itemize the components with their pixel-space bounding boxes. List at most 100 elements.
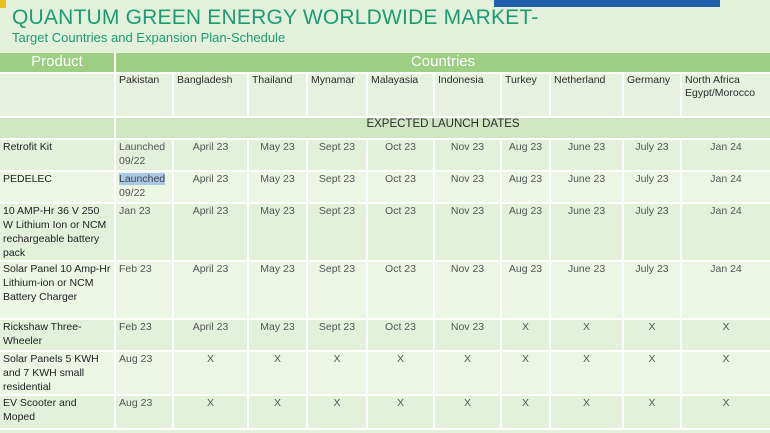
launch-date-cell: Nov 23: [435, 320, 502, 352]
launch-date-cell: June 23: [551, 172, 624, 204]
launch-date-cell: Sept 23: [308, 320, 368, 352]
launch-date-cell: Nov 23: [435, 140, 502, 172]
product-name-cell: PEDELEC: [0, 172, 116, 204]
launch-date-cell: X: [174, 396, 249, 430]
launch-date-cell: Jan 24: [682, 172, 770, 204]
launch-date-cell: Aug 23: [502, 204, 551, 262]
slide-title: QUANTUM GREEN ENERGY WORLDWIDE MARKET-: [12, 6, 539, 29]
launch-date-cell: Feb 23: [116, 320, 174, 352]
country-row: Pakistan Bangladesh Thailand Mynamar Malayas…: [0, 74, 770, 118]
launch-date-cell: Aug 23: [116, 396, 174, 430]
launch-date-cell: Sept 23: [308, 204, 368, 262]
table-row: Retrofit Kit Launched 09/22 April 23 May 23…: [0, 140, 770, 172]
country-header-cell: Malayasia: [368, 74, 435, 118]
launch-date-cell: X: [682, 352, 770, 396]
accent-bar-yellow: [0, 0, 6, 8]
band-row-blank: [0, 118, 116, 140]
table-row: Solar Panels 5 KWH and 7 KWH small resid…: [0, 352, 770, 396]
launch-date-cell: May 23: [249, 204, 308, 262]
launch-schedule-table: Product Countries Pakistan Bangladesh Thai…: [0, 53, 770, 430]
launch-date-cell: Launched 09/22: [116, 172, 174, 204]
launch-date-cell: X: [551, 352, 624, 396]
launch-date-cell: May 23: [249, 140, 308, 172]
table-row: EV Scooter and Moped Aug 23 X X X X X X X X X: [0, 396, 770, 430]
launch-date-cell: Nov 23: [435, 262, 502, 320]
country-header-cell: Bangladesh: [174, 74, 249, 118]
launch-dates-band-row: EXPECTED LAUNCH DATES: [0, 118, 770, 140]
launch-date-cell: Oct 23: [368, 140, 435, 172]
product-name-cell: Solar Panels 5 KWH and 7 KWH small resid…: [0, 352, 116, 396]
launch-date-cell: X: [174, 352, 249, 396]
launch-date-cell: July 23: [624, 204, 682, 262]
launch-date-cell: April 23: [174, 172, 249, 204]
launch-date-cell: Aug 23: [502, 172, 551, 204]
slide-subtitle: Target Countries and Expansion Plan-Sche…: [12, 30, 286, 45]
launch-date-cell: Sept 23: [308, 140, 368, 172]
launch-date-cell: X: [551, 396, 624, 430]
country-header-cell: Indonesia: [435, 74, 502, 118]
launch-date-cell: X: [249, 396, 308, 430]
product-header: Product: [0, 53, 116, 74]
launch-date-cell: April 23: [174, 320, 249, 352]
country-header-cell: Mynamar: [308, 74, 368, 118]
launch-date-cell: Jan 24: [682, 204, 770, 262]
country-header-cell: North Africa Egypt/Morocco: [682, 74, 770, 118]
launch-date-cell: Nov 23: [435, 172, 502, 204]
launch-date-cell: Jan 24: [682, 262, 770, 320]
expected-launch-dates-label: EXPECTED LAUNCH DATES: [116, 118, 770, 140]
launch-date-cell: April 23: [174, 262, 249, 320]
launch-date-cell: May 23: [249, 262, 308, 320]
launch-date-cell: Oct 23: [368, 320, 435, 352]
product-name-cell: 10 AMP-Hr 36 V 250 W Lithium Ion or NCM …: [0, 204, 116, 262]
launch-date-cell: X: [624, 320, 682, 352]
table-row: Solar Panel 10 Amp-Hr Lithium-ion or NCM…: [0, 262, 770, 320]
launch-date-cell: April 23: [174, 140, 249, 172]
table-body: Pakistan Bangladesh Thailand Mynamar Malayas…: [0, 74, 770, 430]
launch-date-cell: Oct 23: [368, 172, 435, 204]
country-header-cell: Turkey: [502, 74, 551, 118]
launch-date-cell: X: [551, 320, 624, 352]
countries-header: Countries: [116, 53, 770, 74]
country-row-blank: [0, 74, 116, 118]
launch-date-cell: X: [308, 396, 368, 430]
launch-date-cell: July 23: [624, 172, 682, 204]
launch-date-cell: X: [435, 352, 502, 396]
launch-date-cell: May 23: [249, 320, 308, 352]
launch-date-cell: June 23: [551, 204, 624, 262]
launch-date-cell: X: [502, 320, 551, 352]
slide: QUANTUM GREEN ENERGY WORLDWIDE MARKET- T…: [0, 0, 770, 433]
product-name-cell: Solar Panel 10 Amp-Hr Lithium-ion or NCM…: [0, 262, 116, 320]
launch-date-cell: May 23: [249, 172, 308, 204]
launch-date-cell: June 23: [551, 140, 624, 172]
launch-date-cell: Aug 23: [502, 140, 551, 172]
launch-date-cell: X: [682, 320, 770, 352]
country-header-cell: Pakistan: [116, 74, 174, 118]
launch-date-cell: Feb 23: [116, 262, 174, 320]
text-selection-highlight: Launched: [119, 173, 166, 185]
launch-date-cell: Jan 23: [116, 204, 174, 262]
launch-date-cell: Sept 23: [308, 172, 368, 204]
country-header-cell: Germany: [624, 74, 682, 118]
table-row: 10 AMP-Hr 36 V 250 W Lithium Ion or NCM …: [0, 204, 770, 262]
product-name-cell: EV Scooter and Moped: [0, 396, 116, 430]
launch-date-cell: June 23: [551, 262, 624, 320]
launch-date-cell: X: [624, 352, 682, 396]
launch-date-cell: Jan 24: [682, 140, 770, 172]
launch-date-cell: X: [682, 396, 770, 430]
table-row: Rickshaw Three-Wheeler Feb 23 April 23 May …: [0, 320, 770, 352]
launch-date-cell: X: [308, 352, 368, 396]
launch-date-cell: April 23: [174, 204, 249, 262]
launch-date-cell: Sept 23: [308, 262, 368, 320]
launch-date-cell: X: [368, 352, 435, 396]
launch-date-cell: Oct 23: [368, 262, 435, 320]
product-name-cell: Rickshaw Three-Wheeler: [0, 320, 116, 352]
launch-date-cell: Aug 23: [502, 262, 551, 320]
launch-date-cell: Aug 23: [116, 352, 174, 396]
launch-date-cell: Launched 09/22: [116, 140, 174, 172]
launch-date-cell: July 23: [624, 140, 682, 172]
launch-date-cell: July 23: [624, 262, 682, 320]
launch-date-cell: Nov 23: [435, 204, 502, 262]
launch-date-cell: X: [435, 396, 502, 430]
launch-date-cell: X: [624, 396, 682, 430]
launch-date-cell: X: [502, 396, 551, 430]
